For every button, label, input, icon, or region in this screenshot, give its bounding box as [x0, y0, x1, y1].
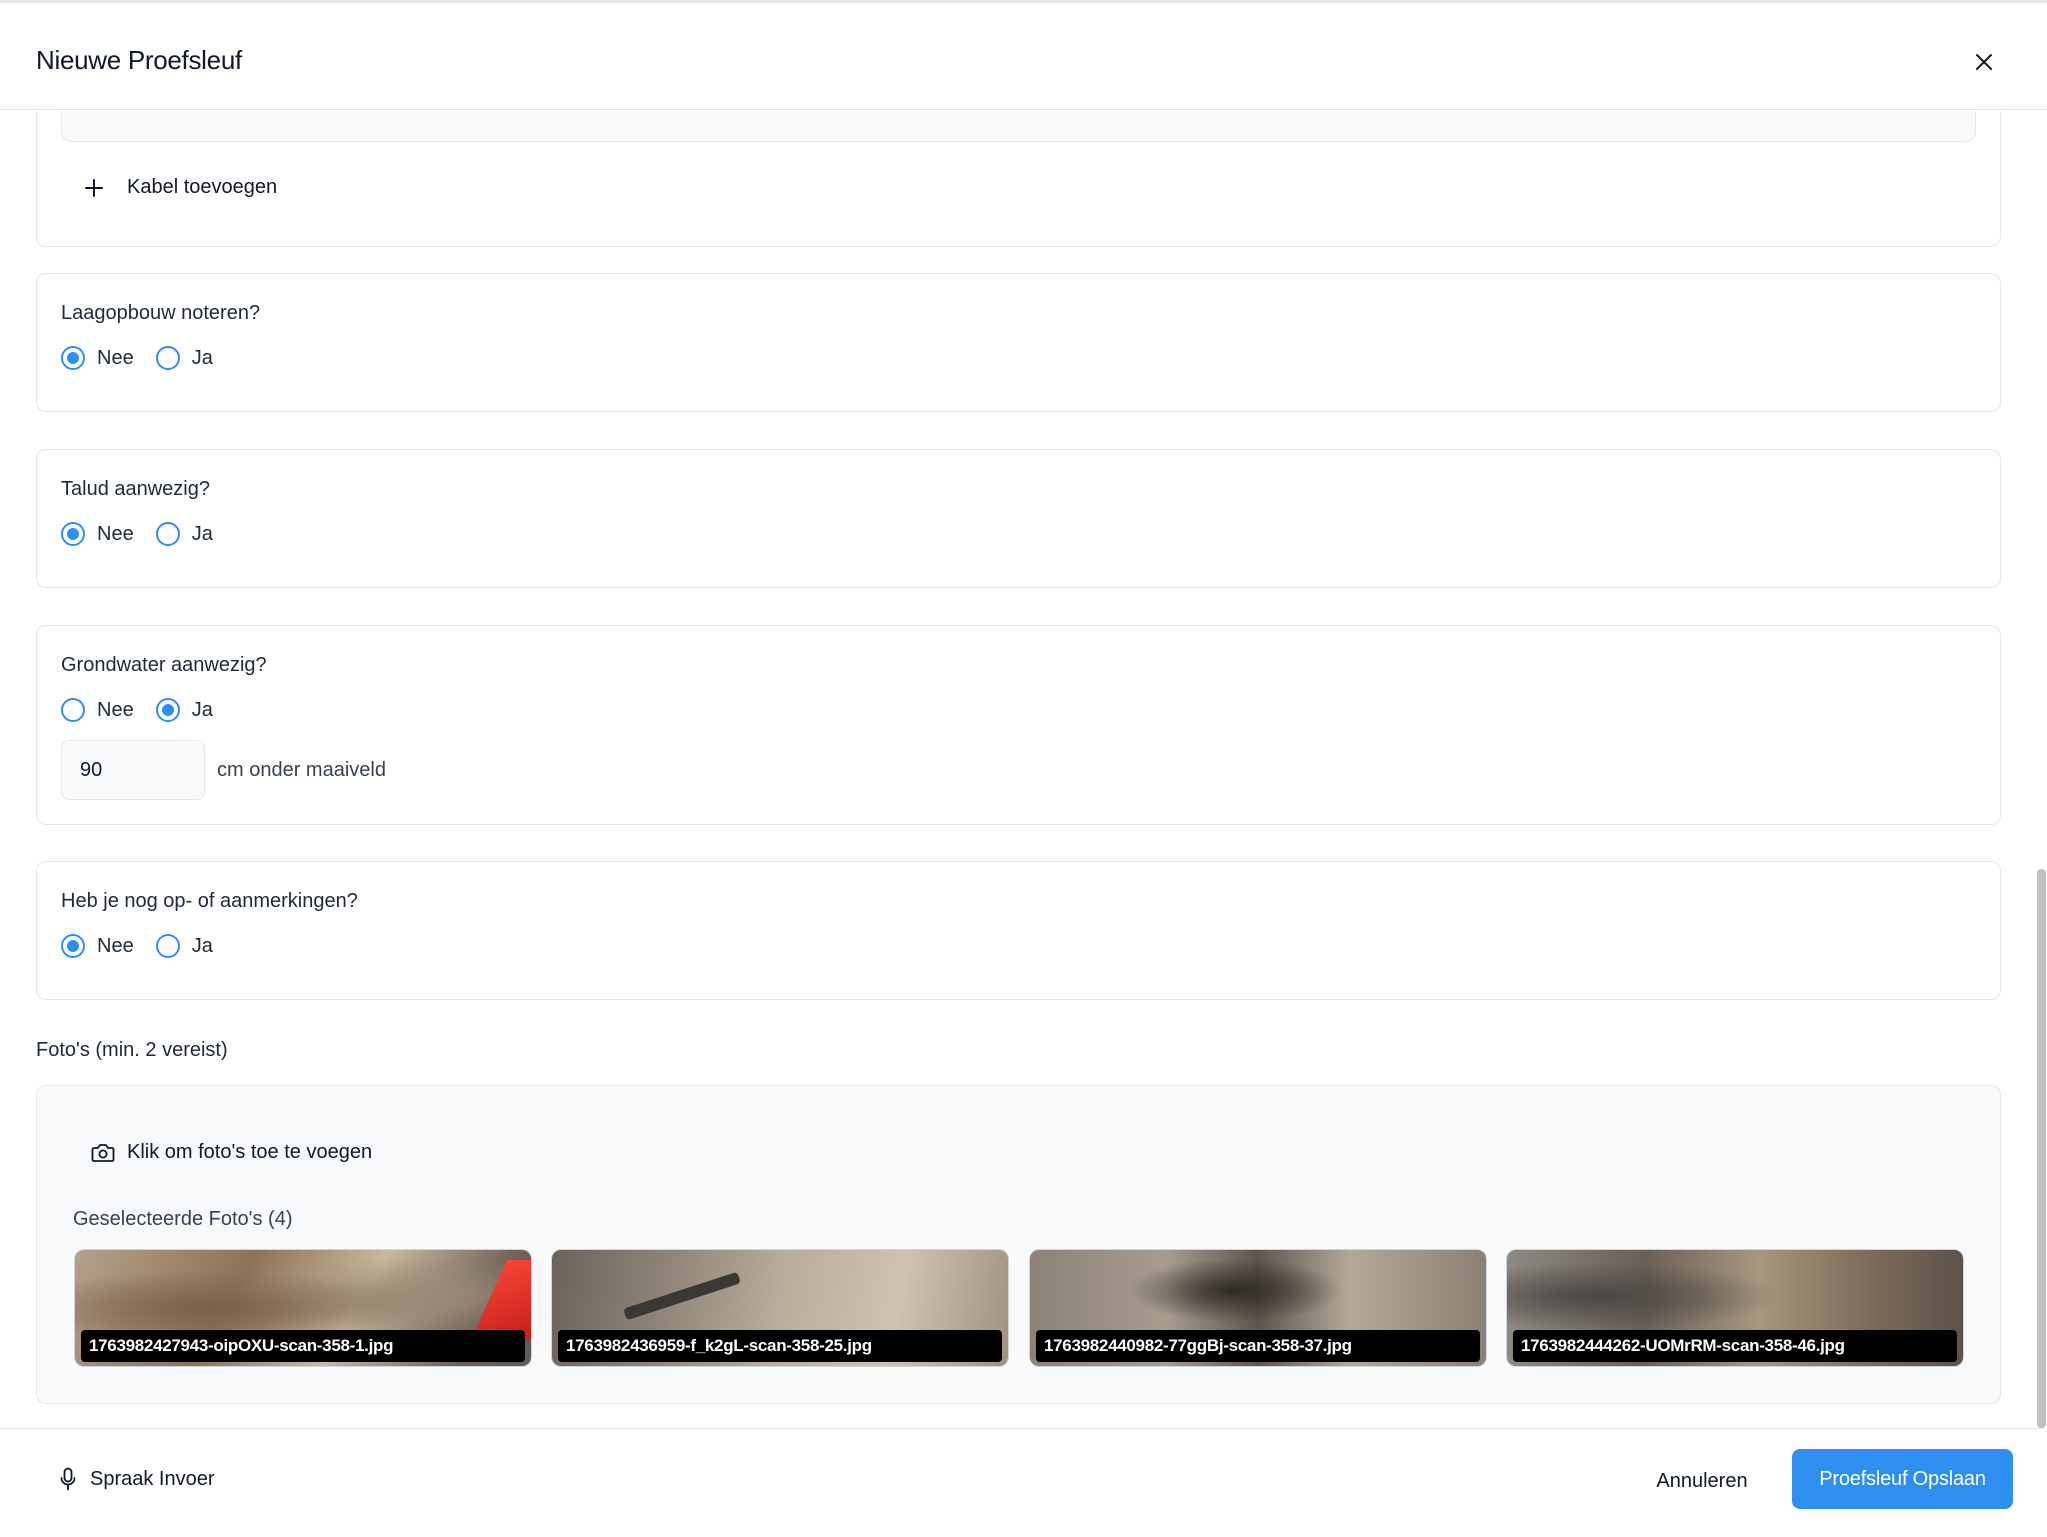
radio-group: Nee Ja	[61, 522, 235, 546]
radio-option-nee[interactable]: Nee	[61, 346, 134, 370]
photo-thumbnail[interactable]: 1763982436959-f_k2gL-scan-358-25.jpg	[551, 1249, 1009, 1367]
selected-photos-label: Geselecteerde Foto's (4)	[73, 1208, 293, 1230]
dialog-body[interactable]: Kabel toevoegen Laagopbouw noteren? Nee …	[0, 111, 2047, 1428]
question-opmerkingen: Heb je nog op- of aanmerkingen? Nee Ja	[36, 861, 2001, 1000]
radio-button[interactable]	[155, 698, 180, 722]
radio-option-ja[interactable]: Ja	[155, 934, 213, 958]
photo-filename: 1763982436959-f_k2gL-scan-358-25.jpg	[558, 1330, 1002, 1362]
photo-upload-area: Klik om foto's toe te voegen Geselecteer…	[36, 1085, 2001, 1404]
cancel-button[interactable]: Annuleren	[1640, 1451, 1764, 1511]
question-title: Heb je nog op- of aanmerkingen?	[61, 890, 358, 912]
radio-option-ja[interactable]: Ja	[155, 698, 213, 722]
radio-label: Ja	[191, 346, 213, 369]
close-icon	[1976, 54, 1992, 70]
add-cable-label: Kabel toevoegen	[127, 176, 278, 198]
dialog-header: Nieuwe Proefsleuf	[0, 3, 2047, 110]
radio-button[interactable]	[61, 934, 85, 958]
radio-button[interactable]	[61, 346, 85, 370]
add-photo-label: Klik om foto's toe te voegen	[127, 1141, 373, 1163]
dialog-title: Nieuwe Proefsleuf	[36, 45, 242, 75]
add-photo-button[interactable]: Klik om foto's toe te voegen	[91, 1141, 372, 1164]
groundwater-depth-unit: cm onder maaiveld	[217, 759, 386, 781]
radio-label: Ja	[191, 522, 213, 545]
dialog-footer: Spraak Invoer Annuleren Proefsleuf Opsla…	[0, 1428, 2047, 1537]
question-title: Grondwater aanwezig?	[61, 654, 267, 676]
radio-group: Nee Ja	[61, 698, 235, 722]
scrollbar-thumb[interactable]	[2037, 869, 2046, 1428]
radio-option-nee[interactable]: Nee	[61, 934, 134, 958]
cable-card: Kabel toevoegen	[36, 111, 2001, 247]
radio-label: Nee	[97, 346, 134, 369]
question-title: Talud aanwezig?	[61, 478, 210, 500]
radio-option-nee[interactable]: Nee	[61, 698, 134, 722]
radio-button[interactable]	[155, 934, 180, 958]
groundwater-depth-input[interactable]: 90	[61, 740, 205, 800]
photos-label: Foto's (min. 2 vereist)	[36, 1039, 228, 1061]
voice-input-label: Spraak Invoer	[90, 1467, 215, 1490]
radio-option-ja[interactable]: Ja	[155, 346, 213, 370]
radio-label: Nee	[97, 934, 134, 957]
radio-label: Nee	[97, 698, 134, 721]
radio-button[interactable]	[61, 522, 85, 546]
question-grondwater: Grondwater aanwezig? Nee Ja 90 cm onder …	[36, 625, 2001, 825]
radio-button[interactable]	[155, 346, 180, 370]
photo-content	[471, 1260, 531, 1340]
photo-content	[623, 1271, 741, 1321]
question-title: Laagopbouw noteren?	[61, 302, 261, 324]
save-button[interactable]: Proefsleuf Opslaan	[1792, 1449, 2013, 1509]
photo-thumbnail[interactable]: 1763982440982-77ggBj-scan-358-37.jpg	[1029, 1249, 1487, 1367]
photo-thumbnail[interactable]: 1763982427943-oipOXU-scan-358-1.jpg	[74, 1249, 532, 1367]
radio-label: Nee	[97, 522, 134, 545]
microphone-icon	[60, 1467, 76, 1491]
photo-filename: 1763982440982-77ggBj-scan-358-37.jpg	[1036, 1330, 1480, 1362]
camera-icon	[91, 1143, 115, 1162]
radio-group: Nee Ja	[61, 934, 235, 958]
question-laagopbouw: Laagopbouw noteren? Nee Ja	[36, 273, 2001, 412]
photo-thumbnail[interactable]: 1763982444262-UOMrRM-scan-358-46.jpg	[1506, 1249, 1964, 1367]
radio-label: Ja	[191, 698, 213, 721]
radio-label: Ja	[191, 934, 213, 957]
voice-input-button[interactable]: Spraak Invoer	[60, 1467, 215, 1491]
photo-filename: 1763982427943-oipOXU-scan-358-1.jpg	[81, 1330, 525, 1362]
radio-option-nee[interactable]: Nee	[61, 522, 134, 546]
cable-entry	[61, 111, 1976, 142]
radio-button[interactable]	[155, 522, 180, 546]
close-button[interactable]	[1969, 47, 1999, 77]
radio-group: Nee Ja	[61, 346, 235, 370]
radio-button[interactable]	[61, 698, 85, 722]
question-talud: Talud aanwezig? Nee Ja	[36, 449, 2001, 588]
photo-filename: 1763982444262-UOMrRM-scan-358-46.jpg	[1513, 1330, 1957, 1362]
plus-icon	[85, 178, 103, 197]
add-cable-button[interactable]: Kabel toevoegen	[85, 176, 277, 199]
radio-option-ja[interactable]: Ja	[155, 522, 213, 546]
